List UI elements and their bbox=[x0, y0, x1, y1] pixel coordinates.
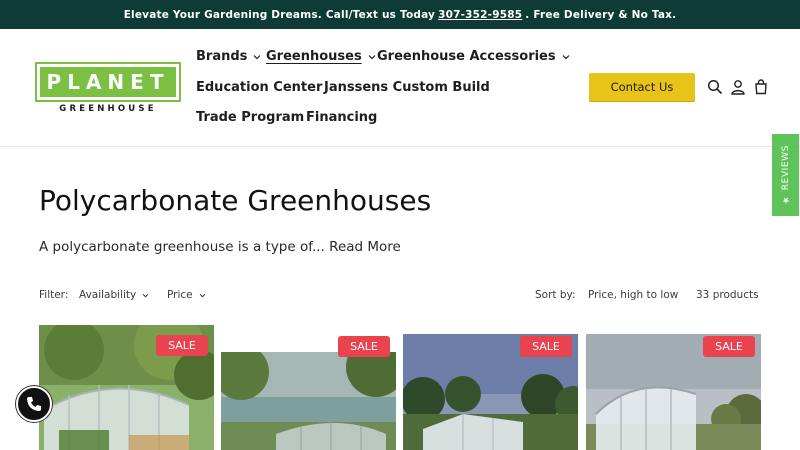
logo-wordmark: PLANET bbox=[40, 67, 176, 97]
chevron-down-icon bbox=[368, 54, 376, 59]
nav-education-center[interactable]: Education Center bbox=[196, 80, 322, 95]
nav-custom-build[interactable]: Janssens Custom Build bbox=[324, 80, 490, 95]
nav-trade-program[interactable]: Trade Program bbox=[196, 110, 304, 125]
account-icon[interactable] bbox=[730, 79, 746, 95]
availability-filter-label: Availability bbox=[79, 289, 137, 301]
product-card[interactable] bbox=[221, 352, 396, 450]
product-image bbox=[221, 352, 396, 450]
announcement-text: Elevate Your Gardening Dreams. Call/Text… bbox=[123, 8, 436, 21]
sale-badge: SALE bbox=[156, 335, 208, 356]
nav-greenhouses[interactable]: Greenhouses bbox=[266, 49, 376, 64]
announcement-text-end: . Free Delivery & No Tax. bbox=[525, 8, 677, 21]
sale-badge: SALE bbox=[338, 336, 390, 357]
announcement-bar: Elevate Your Gardening Dreams. Call/Text… bbox=[0, 0, 800, 29]
page-title: Polycarbonate Greenhouses bbox=[39, 184, 432, 217]
logo-frame: PLANET bbox=[35, 62, 181, 102]
collection-intro: A polycarbonate greenhouse is a type of.… bbox=[39, 239, 401, 255]
reviews-tab[interactable]: ★ REVIEWS bbox=[772, 134, 799, 216]
call-chat-button[interactable] bbox=[16, 386, 52, 422]
nav-accessories[interactable]: Greenhouse Accessories bbox=[377, 49, 570, 64]
logo[interactable]: PLANET GREENHOUSE bbox=[35, 62, 181, 114]
chevron-down-icon bbox=[142, 293, 149, 297]
nav-brands-label: Brands bbox=[196, 49, 248, 64]
product-card[interactable]: SALE bbox=[39, 325, 214, 450]
price-filter-label: Price bbox=[167, 289, 193, 301]
product-count: 33 products bbox=[696, 289, 759, 301]
nav-financing[interactable]: Financing bbox=[306, 110, 377, 125]
site-header: PLANET GREENHOUSE Brands Greenhouses Gre… bbox=[0, 29, 800, 147]
nav-accessories-label: Greenhouse Accessories bbox=[377, 49, 556, 64]
intro-text: A polycarbonate greenhouse is a type of.… bbox=[39, 239, 325, 255]
search-icon[interactable] bbox=[707, 79, 723, 95]
sale-badge: SALE bbox=[703, 336, 755, 357]
availability-filter[interactable]: Availability bbox=[79, 289, 149, 301]
chevron-down-icon bbox=[562, 54, 570, 59]
phone-chat-icon bbox=[27, 397, 41, 411]
read-more-link[interactable]: Read More bbox=[329, 239, 401, 255]
phone-link[interactable]: 307-352-9585 bbox=[438, 9, 522, 21]
sort-label: Sort by: bbox=[535, 289, 576, 301]
cart-icon[interactable] bbox=[753, 79, 769, 95]
sale-badge: SALE bbox=[520, 336, 572, 357]
chevron-down-icon bbox=[253, 54, 261, 59]
filter-label: Filter: bbox=[39, 289, 69, 301]
reviews-tab-label: ★ REVIEWS bbox=[780, 145, 791, 205]
product-card[interactable]: SALE bbox=[403, 334, 578, 450]
contact-us-button[interactable]: Contact Us bbox=[589, 73, 695, 101]
nav-brands[interactable]: Brands bbox=[196, 49, 261, 64]
logo-subtitle: GREENHOUSE bbox=[59, 104, 157, 114]
price-filter[interactable]: Price bbox=[167, 289, 206, 301]
chevron-down-icon bbox=[199, 293, 205, 297]
sort-select[interactable]: Price, high to low bbox=[588, 289, 678, 301]
product-card[interactable]: SALE bbox=[586, 334, 761, 450]
nav-greenhouses-label: Greenhouses bbox=[266, 49, 362, 64]
